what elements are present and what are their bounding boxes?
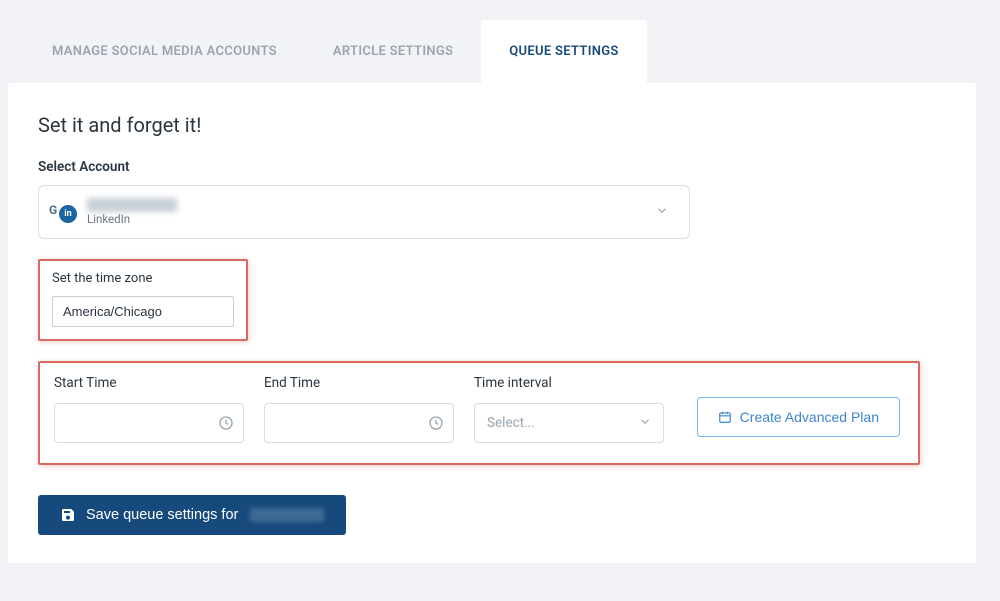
save-icon xyxy=(60,507,76,523)
account-network: LinkedIn xyxy=(87,212,177,226)
clock-icon xyxy=(428,415,444,431)
calendar-icon xyxy=(718,410,732,424)
start-time-label: Start Time xyxy=(54,375,244,391)
account-name xyxy=(87,198,177,212)
save-button-account-name xyxy=(250,508,324,522)
end-time-input[interactable] xyxy=(264,403,454,443)
tabs-bar: MANAGE SOCIAL MEDIA ACCOUNTS ARTICLE SET… xyxy=(8,20,976,83)
linkedin-icon: in xyxy=(59,205,77,223)
save-button-prefix: Save queue settings for xyxy=(86,507,238,523)
chevron-down-icon xyxy=(638,414,652,433)
end-time-label: End Time xyxy=(264,375,454,391)
timezone-group: Set the time zone xyxy=(38,259,248,341)
create-advanced-plan-button[interactable]: Create Advanced Plan xyxy=(697,397,900,437)
timezone-input[interactable] xyxy=(52,296,234,327)
account-badge: G in xyxy=(55,201,77,223)
select-account-label: Select Account xyxy=(38,159,946,175)
chevron-down-icon xyxy=(655,203,669,222)
start-time-input[interactable] xyxy=(54,403,244,443)
save-queue-settings-button[interactable]: Save queue settings for xyxy=(38,495,346,535)
time-interval-placeholder: Select... xyxy=(487,415,535,431)
account-select[interactable]: G in LinkedIn xyxy=(38,185,690,239)
time-interval-select[interactable]: Select... xyxy=(474,403,664,443)
advanced-plan-label: Create Advanced Plan xyxy=(740,409,879,425)
time-interval-label: Time interval xyxy=(474,375,664,391)
tab-queue-settings[interactable]: QUEUE SETTINGS xyxy=(481,20,646,83)
tab-manage-accounts[interactable]: MANAGE SOCIAL MEDIA ACCOUNTS xyxy=(24,20,305,83)
timezone-label: Set the time zone xyxy=(52,271,234,286)
google-g-icon: G xyxy=(49,203,57,217)
schedule-row: Start Time End Time Time int xyxy=(38,361,920,465)
clock-icon xyxy=(218,415,234,431)
tab-article-settings[interactable]: ARTICLE SETTINGS xyxy=(305,20,481,83)
settings-panel: Set it and forget it! Select Account G i… xyxy=(8,83,976,563)
page-title: Set it and forget it! xyxy=(38,113,946,137)
